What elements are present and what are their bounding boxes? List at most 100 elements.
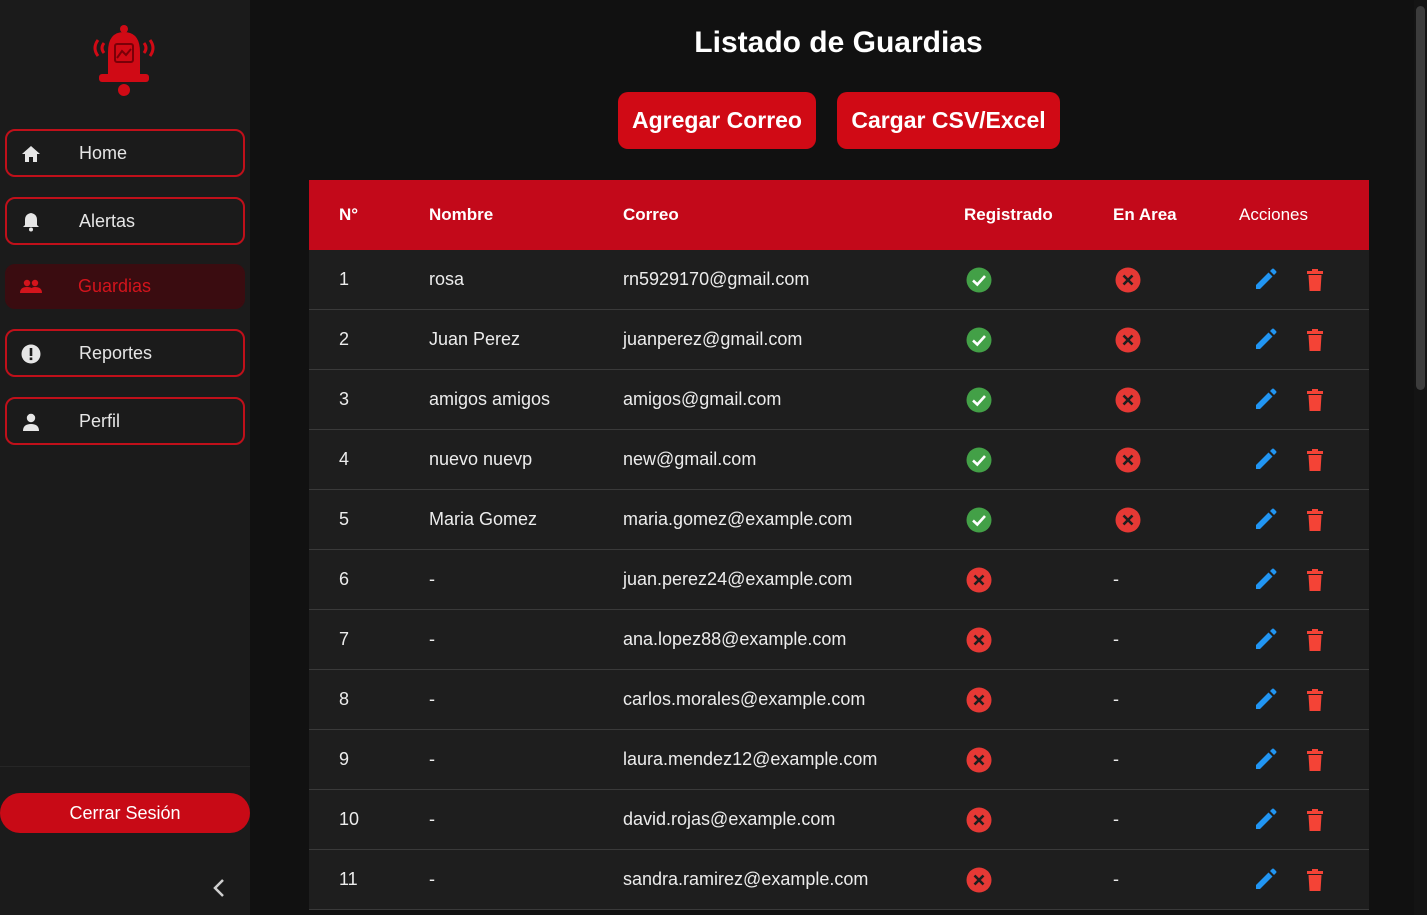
- edit-icon[interactable]: [1252, 567, 1278, 593]
- in-area-value: -: [1113, 689, 1119, 709]
- x-circle-icon: [1115, 507, 1141, 533]
- guard-email: carlos.morales@example.com: [623, 689, 866, 709]
- delete-icon[interactable]: [1302, 387, 1328, 413]
- guard-name: -: [429, 809, 435, 829]
- table-row: 3 amigos amigos amigos@gmail.com: [309, 370, 1369, 430]
- edit-icon[interactable]: [1252, 867, 1278, 893]
- delete-icon[interactable]: [1302, 747, 1328, 773]
- sidebar-item-label: Home: [79, 142, 128, 163]
- guard-email: david.rojas@example.com: [623, 809, 836, 829]
- x-circle-icon: [1115, 267, 1141, 293]
- home-icon: [20, 143, 42, 165]
- x-circle-icon: [966, 747, 992, 773]
- edit-icon[interactable]: [1252, 387, 1278, 413]
- sidebar-divider: [0, 766, 250, 767]
- table-body: 1 rosa rn5929170@gmail.com 2 Juan Perez juanp…: [309, 250, 1369, 910]
- guard-name: -: [429, 869, 435, 889]
- x-circle-icon: [966, 867, 992, 893]
- guard-email: rn5929170@gmail.com: [623, 269, 810, 289]
- header-actions: Acciones: [1239, 205, 1308, 224]
- delete-icon[interactable]: [1302, 627, 1328, 653]
- users-icon: [20, 276, 42, 298]
- in-area-value: -: [1113, 749, 1119, 769]
- person-icon: [20, 411, 42, 433]
- delete-icon[interactable]: [1302, 447, 1328, 473]
- delete-icon[interactable]: [1302, 807, 1328, 833]
- header-registered: Registrado: [964, 205, 1053, 224]
- table-row: 5 Maria Gomez maria.gomez@example.com: [309, 490, 1369, 550]
- in-area-value: -: [1113, 629, 1119, 649]
- x-circle-icon: [1115, 387, 1141, 413]
- edit-icon[interactable]: [1252, 807, 1278, 833]
- row-number: 6: [339, 569, 350, 589]
- in-area-value: -: [1113, 809, 1119, 829]
- edit-icon[interactable]: [1252, 267, 1278, 293]
- x-circle-icon: [966, 687, 992, 713]
- check-circle-icon: [966, 327, 992, 353]
- row-number: 11: [339, 869, 358, 889]
- row-number: 7: [339, 629, 350, 649]
- edit-icon[interactable]: [1252, 327, 1278, 353]
- delete-icon[interactable]: [1302, 867, 1328, 893]
- scrollbar-thumb[interactable]: [1416, 6, 1425, 390]
- edit-icon[interactable]: [1252, 447, 1278, 473]
- guard-email: laura.mendez12@example.com: [623, 749, 878, 769]
- logout-button[interactable]: Cerrar Sesión: [0, 793, 250, 833]
- check-circle-icon: [966, 447, 992, 473]
- sidebar-item-guardias[interactable]: Guardias: [5, 264, 245, 309]
- chevron-left-icon[interactable]: [208, 876, 232, 900]
- sidebar-item-alertas[interactable]: Alertas: [5, 197, 245, 245]
- guard-name: nuevo nuevp: [429, 449, 533, 469]
- alert-circle-icon: [20, 343, 42, 365]
- guard-name: Maria Gomez: [429, 509, 538, 529]
- edit-icon[interactable]: [1252, 627, 1278, 653]
- guard-email: maria.gomez@example.com: [623, 509, 853, 529]
- table-row: 1 rosa rn5929170@gmail.com: [309, 250, 1369, 310]
- row-number: 5: [339, 509, 350, 529]
- row-number: 2: [339, 329, 350, 349]
- table-row: 8 - carlos.morales@example.com -: [309, 670, 1369, 730]
- delete-icon[interactable]: [1302, 567, 1328, 593]
- delete-icon[interactable]: [1302, 687, 1328, 713]
- guard-name: Juan Perez: [429, 329, 521, 349]
- guard-email: sandra.ramirez@example.com: [623, 869, 869, 889]
- table-header: N° Nombre Correo Registrado En Area Acci…: [309, 180, 1369, 250]
- guard-name: -: [429, 689, 435, 709]
- sidebar-item-label: Perfil: [79, 410, 121, 431]
- sidebar-item-perfil[interactable]: Perfil: [5, 397, 245, 445]
- guards-table: N° Nombre Correo Registrado En Area Acci…: [309, 180, 1369, 910]
- guard-email: new@gmail.com: [623, 449, 757, 469]
- guard-email: amigos@gmail.com: [623, 389, 782, 409]
- delete-icon[interactable]: [1302, 507, 1328, 533]
- edit-icon[interactable]: [1252, 747, 1278, 773]
- guard-email: juan.perez24@example.com: [623, 569, 853, 589]
- table-row: 7 - ana.lopez88@example.com -: [309, 610, 1369, 670]
- row-number: 3: [339, 389, 350, 409]
- row-number: 9: [339, 749, 350, 769]
- delete-icon[interactable]: [1302, 267, 1328, 293]
- check-circle-icon: [966, 267, 992, 293]
- upload-csv-button[interactable]: Cargar CSV/Excel: [837, 92, 1060, 149]
- table-row: 4 nuevo nuevp new@gmail.com: [309, 430, 1369, 490]
- add-email-button[interactable]: Agregar Correo: [618, 92, 816, 149]
- guard-name: -: [429, 749, 435, 769]
- delete-icon[interactable]: [1302, 327, 1328, 353]
- sidebar-item-home[interactable]: Home: [5, 129, 245, 177]
- sidebar-item-label: Alertas: [79, 210, 136, 231]
- row-number: 1: [339, 269, 350, 289]
- x-circle-icon: [1115, 327, 1141, 353]
- table-row: 2 Juan Perez juanperez@gmail.com: [309, 310, 1369, 370]
- header-name: Nombre: [429, 205, 494, 224]
- alarm-bell-logo: [84, 24, 164, 98]
- row-number: 8: [339, 689, 350, 709]
- edit-icon[interactable]: [1252, 687, 1278, 713]
- check-circle-icon: [966, 507, 992, 533]
- row-number: 4: [339, 449, 350, 469]
- guard-email: juanperez@gmail.com: [623, 329, 803, 349]
- edit-icon[interactable]: [1252, 507, 1278, 533]
- sidebar-item-label: Guardias: [78, 276, 152, 296]
- guard-name: amigos amigos: [429, 389, 551, 409]
- guard-name: -: [429, 569, 435, 589]
- x-circle-icon: [1115, 447, 1141, 473]
- sidebar-item-reportes[interactable]: Reportes: [5, 329, 245, 377]
